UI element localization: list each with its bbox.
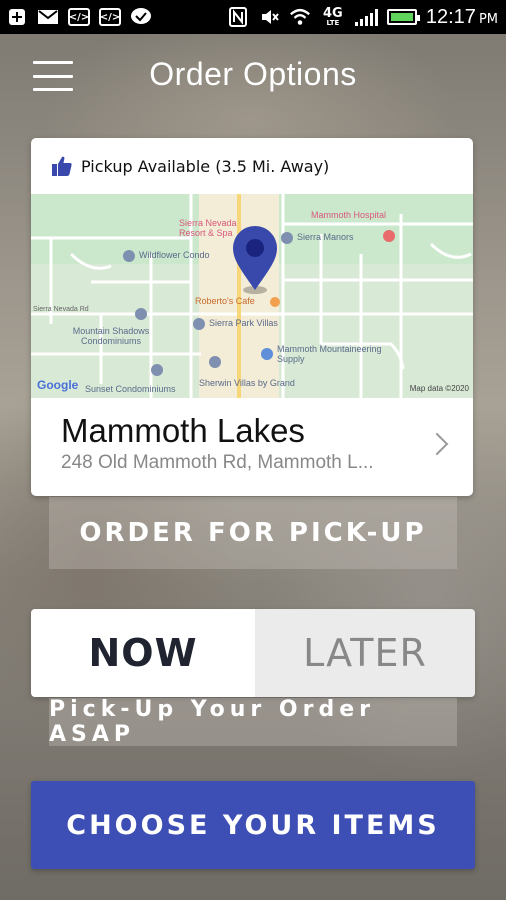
map-attribution: Map data ©2020	[409, 384, 469, 393]
code-icon: </>	[68, 8, 90, 26]
timing-note: Pick-Up Your Order ASAP	[49, 697, 457, 747]
signal-icon	[354, 8, 378, 26]
clock-time: 12:17	[425, 5, 476, 28]
order-mode-label: ORDER FOR PICK-UP	[49, 497, 457, 569]
map-label-wildflower: Wildflower Condo	[139, 250, 210, 260]
map-label-sierra-nevada-rd: Sierra Nevada Rd	[33, 306, 89, 313]
chat-check-icon	[130, 8, 152, 26]
code-icon-2: </>	[99, 8, 121, 26]
map-label-sierra-park: Sierra Park Villas	[209, 318, 278, 328]
pickup-status-row: Pickup Available (3.5 Mi. Away)	[31, 138, 473, 194]
status-bar: </> </> 4G LTE 12:17 PM	[0, 0, 506, 34]
network-type-icon: 4G LTE	[320, 7, 346, 27]
map-label-mountain-shadows: Mountain Shadows Condominiums	[72, 326, 150, 346]
thumbs-up-icon	[52, 156, 72, 176]
timing-toggle: NOW LATER	[31, 609, 475, 697]
nfc-icon	[227, 7, 249, 27]
map-label-robertos: Roberto's Cafe	[195, 296, 255, 306]
choose-items-button[interactable]: CHOOSE YOUR ITEMS	[31, 781, 475, 869]
google-logo: Google	[37, 378, 79, 392]
add-icon	[6, 8, 28, 26]
clock: 12:17 PM	[426, 6, 498, 29]
map-label-mammoth-hospital: Mammoth Hospital	[311, 210, 387, 220]
toggle-later[interactable]: LATER	[255, 609, 475, 697]
map-label-sierra-manors: Sierra Manors	[297, 232, 354, 242]
map-label-mammoth-supply: Mammoth Mountaineering Supply	[277, 344, 382, 364]
mute-icon	[258, 8, 280, 26]
location-card: Pickup Available (3.5 Mi. Away) Sierra N…	[31, 138, 473, 496]
toggle-now[interactable]: NOW	[31, 609, 255, 697]
battery-icon	[386, 9, 420, 25]
gmail-icon	[37, 8, 59, 26]
page-title: Order Options	[149, 56, 357, 92]
store-address: 248 Old Mammoth Rd, Mammoth L...	[61, 452, 374, 473]
network-sub-label: LTE	[326, 19, 340, 27]
store-name: Mammoth Lakes	[61, 412, 305, 449]
map-label-sherwin: Sherwin Villas by Grand	[199, 378, 295, 388]
store-selector[interactable]: Mammoth Lakes 248 Old Mammoth Rd, Mammot…	[31, 398, 473, 496]
app-header: Order Options	[0, 34, 506, 120]
map-label-sunset: Sunset Condominiums	[85, 384, 176, 394]
notification-icons: </> </>	[6, 8, 152, 26]
map-label-sierra-nevada: Sierra Nevada Resort & Spa	[179, 218, 237, 238]
battery-level	[390, 13, 413, 21]
system-icons: 4G LTE 12:17 PM	[227, 6, 498, 29]
chevron-right-icon	[425, 432, 449, 456]
store-map[interactable]: Sierra Nevada Resort & Spa Mammoth Hospi…	[31, 194, 473, 398]
clock-ampm: PM	[478, 11, 498, 27]
pickup-status-text: Pickup Available (3.5 Mi. Away)	[81, 156, 330, 176]
wifi-icon	[289, 8, 311, 26]
